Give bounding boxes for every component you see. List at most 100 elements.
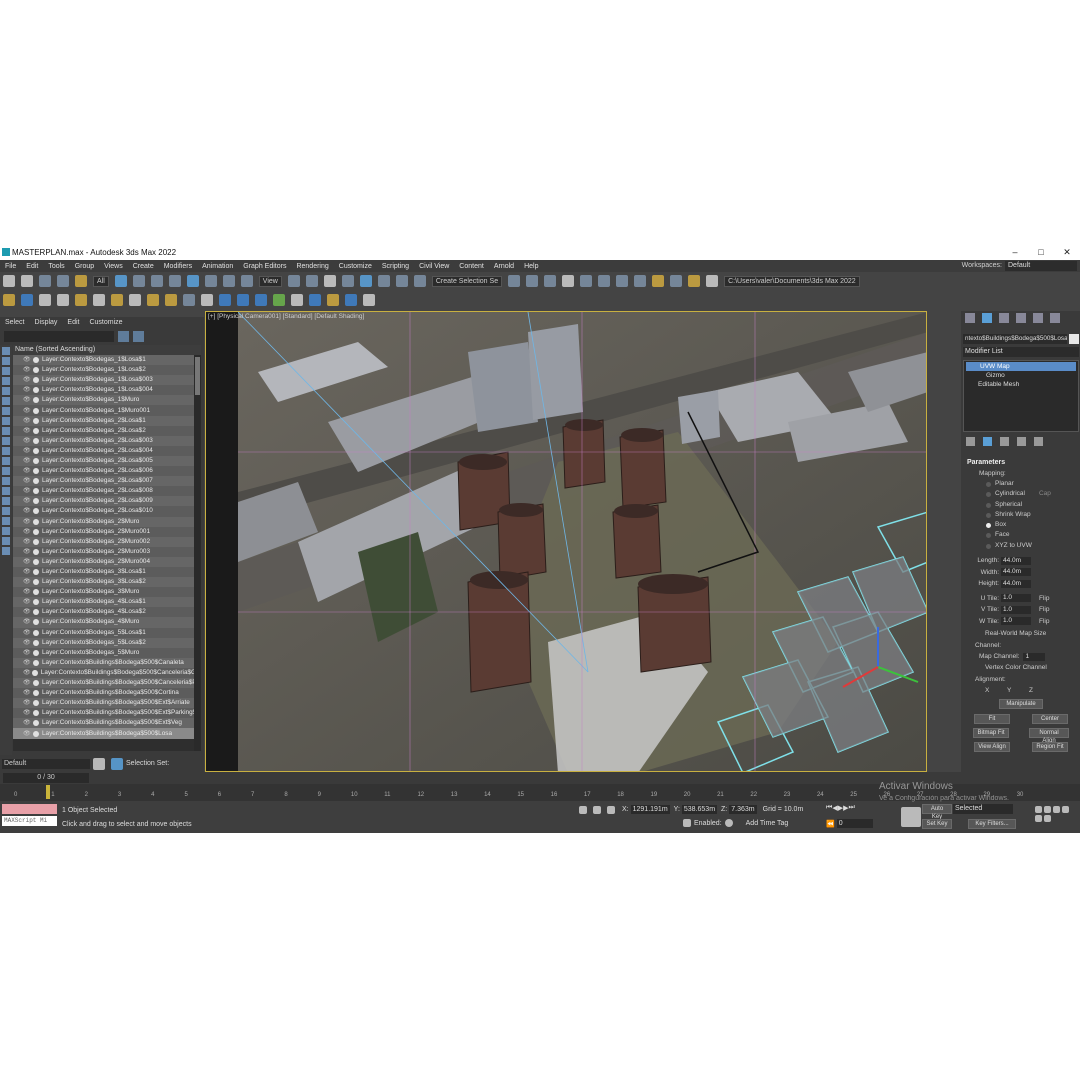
add-time-tag[interactable]: Add Time Tag (746, 820, 789, 827)
menu-group[interactable]: Group (70, 263, 99, 270)
fit-button[interactable]: Fit (974, 714, 1010, 725)
filter-xrefs-icon[interactable] (2, 417, 10, 425)
visibility-eye-icon[interactable]: 👁 (23, 729, 33, 739)
dome-icon[interactable] (75, 294, 87, 306)
u-tile-spinner[interactable]: 1.0 (1001, 594, 1031, 603)
visibility-eye-icon[interactable]: 👁 (23, 506, 33, 516)
isolate-icon[interactable] (579, 805, 587, 814)
list-item[interactable]: 👁 Layer:Contexto$Bodegas_3$Losa$2 (13, 577, 201, 588)
maximize-button[interactable]: □ (1028, 245, 1054, 260)
list-item[interactable]: 👁 Layer:Contexto$Bodegas_2$Muro001 (13, 526, 201, 537)
visibility-eye-icon[interactable]: 👁 (23, 375, 33, 385)
filter-geometry-icon[interactable] (2, 347, 10, 355)
spinner-snap-icon[interactable] (395, 275, 408, 287)
vertex-color-channel-radio[interactable]: Vertex Color Channel (963, 663, 1079, 673)
visibility-eye-icon[interactable]: 👁 (23, 638, 33, 648)
filter-shapes-icon[interactable] (2, 357, 10, 365)
unlink-icon[interactable] (57, 275, 69, 287)
visibility-eye-icon[interactable]: 👁 (23, 466, 33, 476)
container-icon[interactable] (3, 294, 15, 306)
manipulate-button[interactable]: Manipulate (999, 699, 1043, 710)
visibility-eye-icon[interactable]: 👁 (23, 436, 33, 446)
lock-selection-icon[interactable] (593, 805, 601, 814)
ribbon-icon[interactable] (580, 275, 593, 287)
normal-align-button[interactable]: Normal Align (1029, 728, 1069, 744)
list-item[interactable]: 👁 Layer:Contexto$Buildings$Bodega$500$Can… (13, 657, 201, 668)
width-spinner[interactable]: 44.0m (1001, 568, 1031, 577)
filter-hidden-icon[interactable] (2, 457, 10, 465)
zoom-extents-icon[interactable] (1053, 806, 1060, 813)
current-frame-field[interactable]: 0 (836, 819, 873, 828)
visibility-eye-icon[interactable]: 👁 (23, 668, 32, 678)
visibility-eye-icon[interactable]: 👁 (23, 698, 33, 708)
z-coord-field[interactable]: 7.363m (729, 805, 757, 814)
ipr-icon[interactable] (309, 294, 321, 306)
edit-named-selection-icon[interactable] (413, 275, 426, 287)
list-item[interactable]: 👁 Layer:Contexto$Bodegas_1$Muro001 (13, 405, 201, 416)
key-filters-button[interactable]: Key Filters... (968, 819, 1016, 829)
list-item[interactable]: 👁 Layer:Contexto$Bodegas_2$Losa$007 (13, 476, 201, 487)
schematic-view-icon[interactable] (616, 275, 629, 287)
filter-frozen-icon[interactable] (2, 447, 10, 455)
name-column-header[interactable]: Name (Sorted Ascending) (13, 345, 201, 355)
map-channel-radio[interactable]: Map Channel: (979, 653, 1019, 660)
visibility-eye-icon[interactable]: 👁 (23, 547, 33, 557)
pan-icon[interactable] (1035, 815, 1042, 822)
grid-icon[interactable] (201, 294, 213, 306)
go-to-end-icon[interactable]: ⏭ (848, 804, 854, 812)
visibility-eye-icon[interactable]: 👁 (23, 365, 33, 375)
enabled-toggle-icon[interactable] (724, 819, 733, 827)
tab-select[interactable]: Select (0, 319, 29, 326)
list-item[interactable]: 👁 Layer:Contexto$Buildings$Bodega$500$Can… (13, 667, 201, 678)
atmosphere-icon[interactable] (255, 294, 267, 306)
menu-edit[interactable]: Edit (21, 263, 43, 270)
rendered-frame-icon[interactable] (670, 275, 683, 287)
shader-icon[interactable] (111, 294, 123, 306)
visibility-eye-icon[interactable]: 👁 (23, 678, 33, 688)
visibility-eye-icon[interactable]: 👁 (23, 486, 33, 496)
u-flip-checkbox[interactable]: Flip (1039, 595, 1049, 602)
menu-file[interactable]: File (0, 263, 21, 270)
mirror-icon[interactable] (508, 275, 521, 287)
mapping-face-radio[interactable]: Face (963, 530, 1079, 540)
list-item[interactable]: 👁 Layer:Contexto$Buildings$Bodega$500$Los… (13, 728, 201, 739)
visibility-eye-icon[interactable]: 👁 (23, 456, 33, 466)
filter-bones-icon[interactable] (2, 427, 10, 435)
v-flip-checkbox[interactable]: Flip (1039, 606, 1049, 613)
list-item[interactable]: 👁 Layer:Contexto$Bodegas_3$Muro (13, 587, 201, 598)
menu-graph-editors[interactable]: Graph Editors (238, 263, 291, 270)
visibility-eye-icon[interactable]: 👁 (23, 446, 33, 456)
visibility-eye-icon[interactable]: 👁 (23, 708, 33, 718)
lock-cell-icon[interactable] (2, 497, 10, 505)
time-slider[interactable]: 0 / 30 (3, 773, 89, 783)
render-production-icon[interactable] (688, 275, 701, 287)
list-item[interactable]: 👁 Layer:Contexto$Bodegas_2$Losa$2 (13, 425, 201, 436)
orbit-icon[interactable] (1044, 815, 1051, 822)
real-world-map-size-checkbox[interactable]: Real-World Map Size (963, 629, 1079, 639)
object-color-swatch[interactable] (1069, 334, 1079, 344)
bitmap-fit-button[interactable]: Bitmap Fit (973, 728, 1009, 739)
tab-customize[interactable]: Customize (84, 319, 127, 326)
percent-snap-icon[interactable] (377, 275, 390, 287)
set-key-big-icon[interactable] (901, 807, 921, 827)
list-item[interactable]: 👁 Layer:Contexto$Buildings$Bodega$500$Ext… (13, 718, 201, 729)
menu-create[interactable]: Create (128, 263, 159, 270)
rect-selection-icon[interactable] (150, 275, 163, 287)
filter-icon[interactable] (133, 331, 144, 342)
bind-spacewarp-icon[interactable] (75, 275, 87, 287)
layer-icon[interactable] (2, 517, 10, 525)
list-item[interactable]: 👁 Layer:Contexto$Bodegas_2$Losa$005 (13, 455, 201, 467)
height-spinner[interactable]: 44.0m (1001, 579, 1031, 588)
filter-lights-icon[interactable] (2, 367, 10, 375)
mapping-cylindrical-radio[interactable]: Cylindrical Cap (963, 489, 1079, 499)
align-icon[interactable] (526, 275, 539, 287)
material-editor-icon[interactable] (634, 275, 647, 287)
display-none-icon[interactable] (2, 477, 10, 485)
motion-tab-icon[interactable] (1016, 313, 1026, 323)
stack-item-editable-mesh[interactable]: Editable Mesh (964, 380, 1078, 389)
list-item[interactable]: 👁 Layer:Contexto$Bodegas_1$Losa$004 (13, 385, 201, 396)
zoom-icon[interactable] (1035, 806, 1042, 813)
list-item[interactable]: 👁 Layer:Contexto$Bodegas_2$Losa$008 (13, 486, 201, 497)
workspaces-dropdown[interactable]: Default (1005, 261, 1077, 271)
viewport-label[interactable]: [+] [Physical Camera001] [Standard] [Def… (208, 313, 364, 320)
